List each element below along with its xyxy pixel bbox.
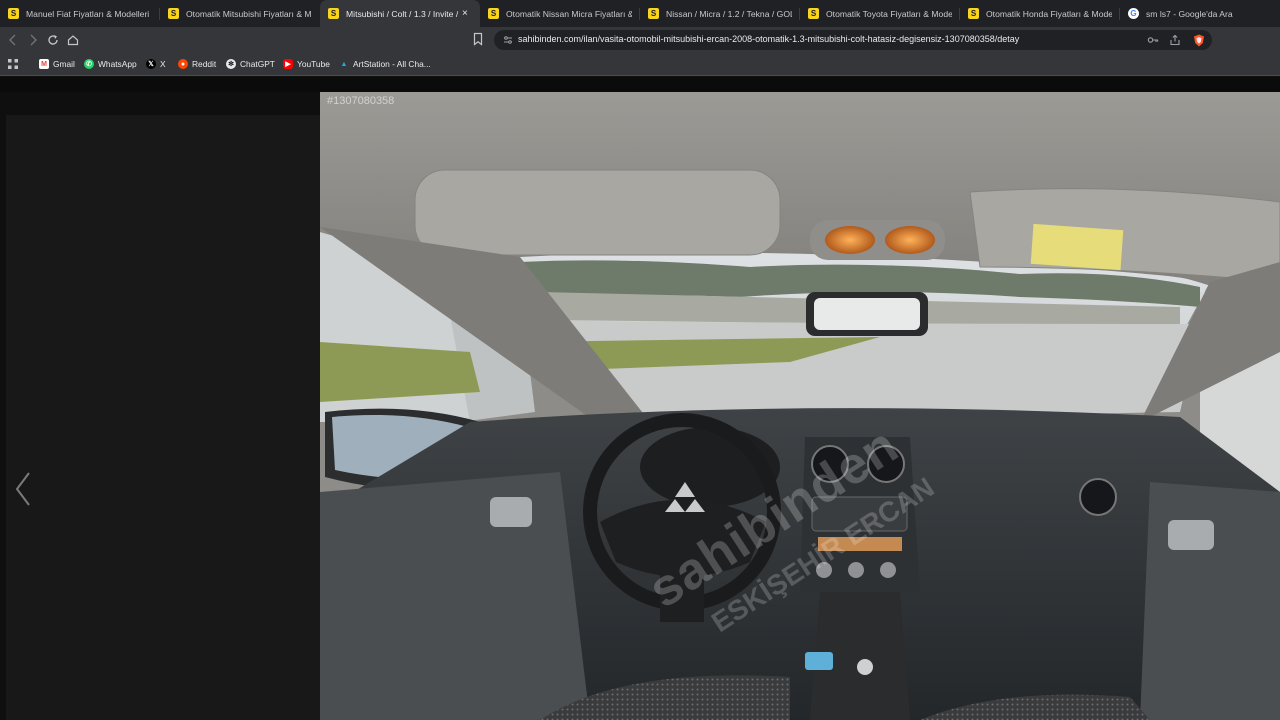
bookmark-chatgpt[interactable]: ✻ ChatGPT xyxy=(226,57,275,71)
youtube-icon: ▶ xyxy=(283,59,293,69)
tab-mitsubishi-colt-active[interactable]: S Mitsubishi / Colt / 1.3 / Invite / [ × xyxy=(320,0,480,27)
sahibinden-favicon-icon: S xyxy=(328,8,339,19)
sahibinden-favicon-icon: S xyxy=(8,8,19,19)
share-icon[interactable] xyxy=(1168,33,1182,47)
bookmark-label: ArtStation - All Cha... xyxy=(353,59,431,69)
tab-title: Mitsubishi / Colt / 1.3 / Invite / [ xyxy=(346,8,458,19)
artstation-icon: ▲ xyxy=(340,60,348,68)
bookmark-star-icon[interactable] xyxy=(472,32,484,46)
bookmarks-bar: M Gmail ✆ WhatsApp 𝕏 X ● Reddit ✻ ChatGP… xyxy=(0,53,1280,76)
google-favicon-icon: G xyxy=(1128,8,1139,19)
listing-id-overlay: #1307080358 xyxy=(327,95,395,107)
reddit-icon: ● xyxy=(178,59,188,69)
tab-strip: S Manuel Fiat Fiyatları & Modelleri sah … xyxy=(0,0,1280,27)
tab-otomatik-nissan-micra[interactable]: S Otomatik Nissan Micra Fiyatları & M xyxy=(480,0,640,27)
bookmark-label: ChatGPT xyxy=(240,59,275,69)
car-interior-photo[interactable]: #1307080358 sahibinden ESKİŞEHİR ERCAN xyxy=(320,92,1280,720)
bookmark-youtube[interactable]: ▶ YouTube xyxy=(283,57,330,71)
bookmark-gmail[interactable]: M Gmail xyxy=(39,57,75,71)
brave-shields-icon[interactable] xyxy=(1192,33,1206,47)
apps-grid-icon[interactable] xyxy=(7,57,19,71)
bookmark-reddit[interactable]: ● Reddit xyxy=(178,57,216,71)
tab-manual-fiat[interactable]: S Manuel Fiat Fiyatları & Modelleri sah xyxy=(0,0,160,27)
gmail-icon: M xyxy=(39,59,49,69)
tab-otomatik-mitsubishi[interactable]: S Otomatik Mitsubishi Fiyatları & Mod xyxy=(160,0,320,27)
x-icon: 𝕏 xyxy=(146,59,156,69)
sahibinden-favicon-icon: S xyxy=(808,8,819,19)
tab-otomatik-honda[interactable]: S Otomatik Honda Fiyatları & Modeller xyxy=(960,0,1120,27)
previous-photo-arrow-icon[interactable] xyxy=(12,469,34,509)
reload-icon[interactable] xyxy=(45,32,61,48)
back-arrow-icon[interactable] xyxy=(5,32,21,48)
sahibinden-favicon-icon: S xyxy=(968,8,979,19)
whatsapp-icon: ✆ xyxy=(84,59,94,69)
bookmark-x[interactable]: 𝕏 X xyxy=(146,57,166,71)
tab-title: Otomatik Honda Fiyatları & Modeller xyxy=(986,8,1112,19)
bookmark-whatsapp[interactable]: ✆ WhatsApp xyxy=(84,57,137,71)
gallery-side-panel xyxy=(6,115,320,720)
tab-title: Otomatik Mitsubishi Fiyatları & Mod xyxy=(186,8,312,19)
chatgpt-icon: ✻ xyxy=(226,59,236,69)
bookmark-label: YouTube xyxy=(297,59,330,69)
browser-toolbar: sahibinden.com/ilan/vasita-otomobil-mits… xyxy=(0,27,1280,53)
password-key-icon[interactable] xyxy=(1146,33,1160,47)
tab-title: Manuel Fiat Fiyatları & Modelleri sah xyxy=(26,8,152,19)
address-bar[interactable]: sahibinden.com/ilan/vasita-otomobil-mits… xyxy=(494,30,1212,50)
car-interior-image xyxy=(320,92,1280,720)
tab-google-search[interactable]: G sm ls7 - Google'da Ara xyxy=(1120,0,1280,27)
gallery-lightbox: #1307080358 sahibinden ESKİŞEHİR ERCAN xyxy=(0,77,1280,720)
tab-title: Otomatik Nissan Micra Fiyatları & M xyxy=(506,8,632,19)
bookmark-label: Gmail xyxy=(53,59,75,69)
tab-title: Otomatik Toyota Fiyatları & Modeller xyxy=(826,8,952,19)
bookmark-artstation[interactable]: ▲ ArtStation - All Cha... xyxy=(339,57,431,71)
tab-otomatik-toyota[interactable]: S Otomatik Toyota Fiyatları & Modeller xyxy=(800,0,960,27)
site-info-icon[interactable] xyxy=(502,34,514,46)
home-icon[interactable] xyxy=(65,32,81,48)
forward-arrow-icon[interactable] xyxy=(25,32,41,48)
tab-title: Nissan / Micra / 1.2 / Tekna / GOLD xyxy=(666,8,792,19)
bookmark-label: X xyxy=(160,59,166,69)
sahibinden-favicon-icon: S xyxy=(488,8,499,19)
lightbox-top-band xyxy=(0,77,1280,92)
close-tab-icon[interactable]: × xyxy=(462,8,472,19)
sahibinden-favicon-icon: S xyxy=(648,8,659,19)
bookmark-label: Reddit xyxy=(192,59,217,69)
tab-title: sm ls7 - Google'da Ara xyxy=(1146,8,1233,19)
sahibinden-favicon-icon: S xyxy=(168,8,179,19)
url-text[interactable]: sahibinden.com/ilan/vasita-otomobil-mits… xyxy=(518,34,1019,44)
tab-nissan-micra-tekna[interactable]: S Nissan / Micra / 1.2 / Tekna / GOLD xyxy=(640,0,800,27)
bookmark-label: WhatsApp xyxy=(98,59,137,69)
